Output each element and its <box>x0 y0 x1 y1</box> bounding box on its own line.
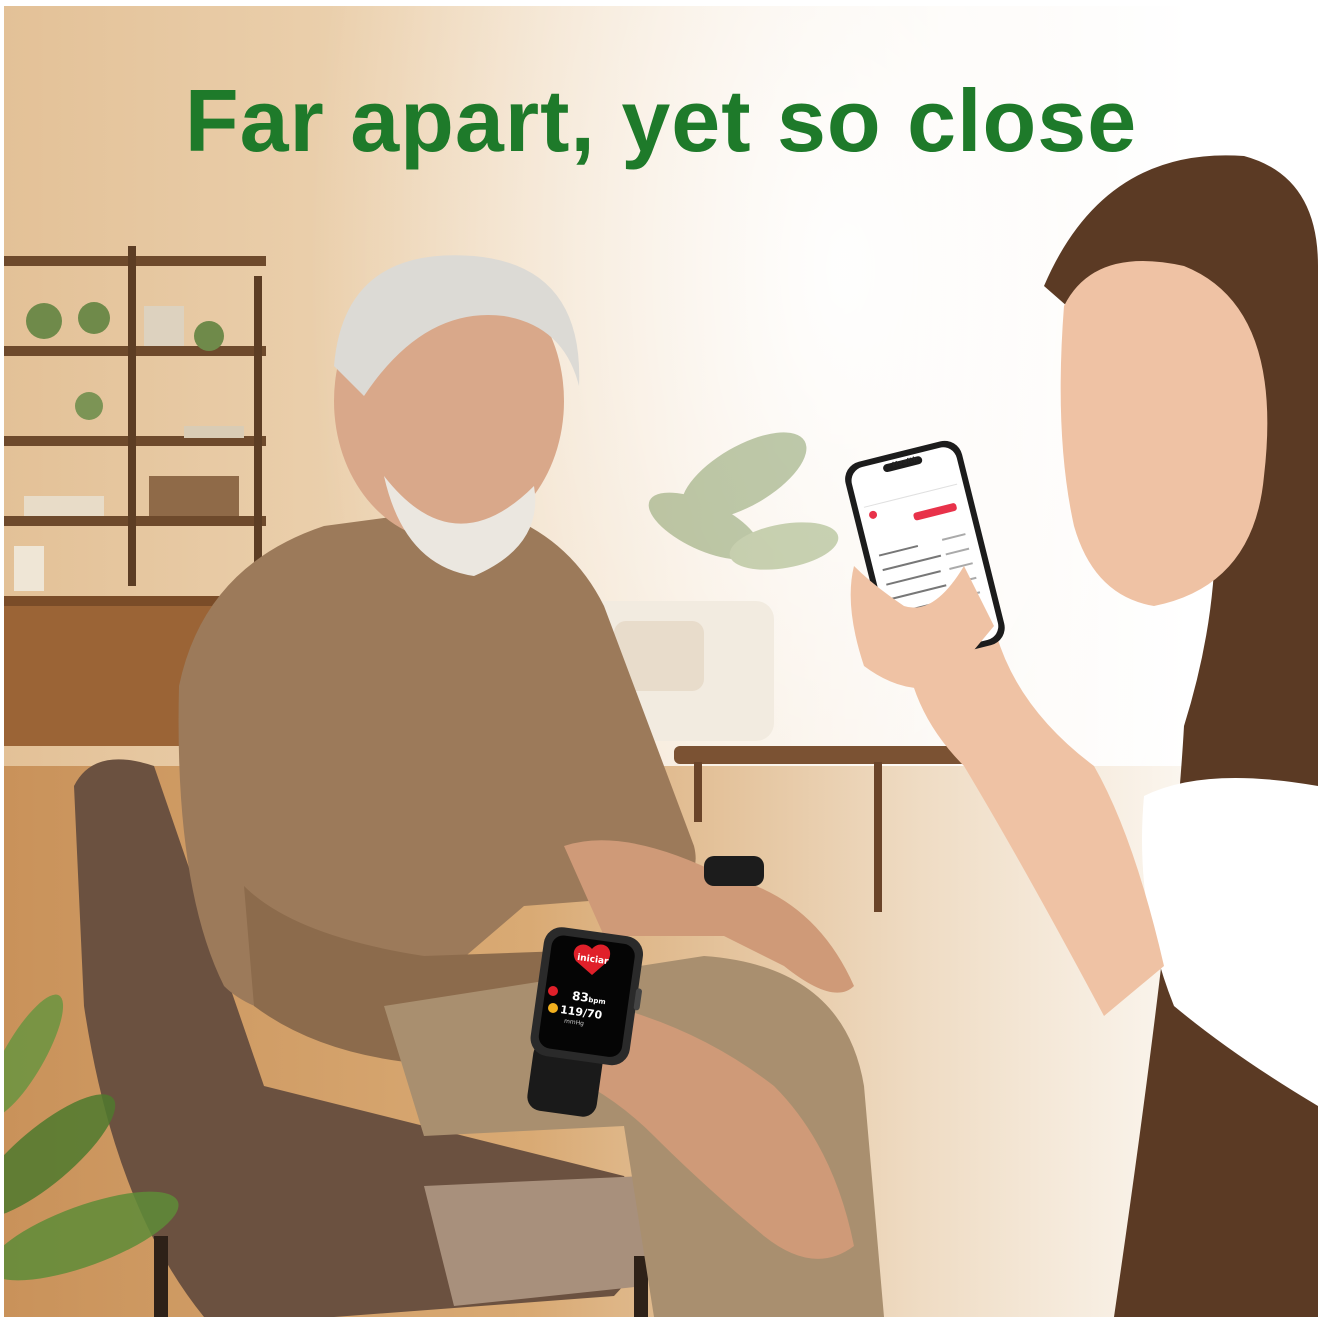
photo-frame: Far apart, yet so close iniciar 83bpm 11… <box>4 6 1318 1317</box>
watch-heart-rate-icon <box>548 986 558 996</box>
background-plant <box>648 432 839 570</box>
watch-heart-rate-value: 83 <box>571 988 590 1005</box>
woman <box>904 155 1318 1317</box>
watch-heart-rate-unit: bpm <box>587 995 607 1007</box>
headline: Far apart, yet so close <box>184 71 1138 170</box>
watch-pressure-icon <box>548 1003 558 1013</box>
scene-illustration <box>4 155 1318 1317</box>
